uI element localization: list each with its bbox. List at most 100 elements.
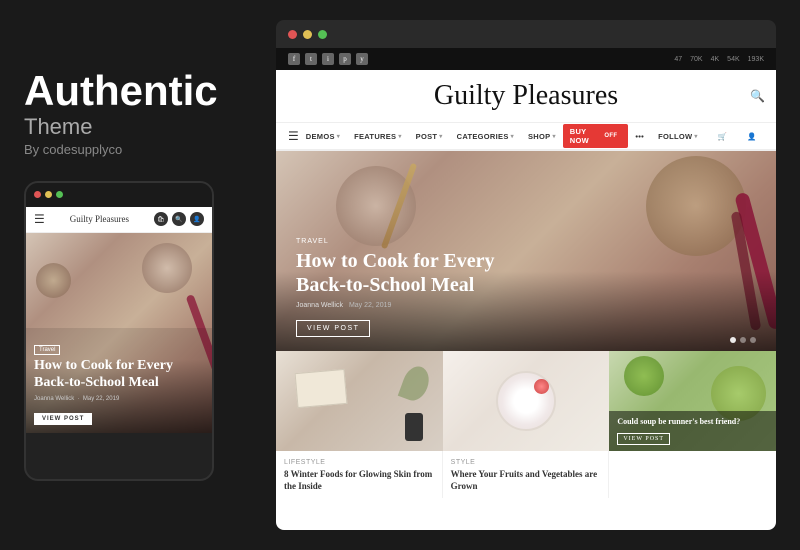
mobile-user-icon[interactable]: 👤 (190, 212, 204, 226)
mobile-hero-author: Joanna Wellick (34, 396, 74, 402)
blog-card-2-image (443, 351, 610, 451)
yt-count: 193K (748, 56, 764, 63)
hero-dot-2[interactable] (740, 337, 746, 343)
site-hero: Travel How to Cook for Every Back-to-Sch… (276, 151, 776, 351)
hero-dot-3[interactable] (750, 337, 756, 343)
blog-card-1-leaf (397, 363, 432, 404)
site-brand-bar: Guilty Pleasures 🔍 (276, 70, 776, 122)
site-nav-left: ☰ DEMOS ▾ FEATURES ▾ POST ▾ CATEGORIES (288, 122, 651, 150)
hero-dot-1[interactable] (730, 337, 736, 343)
nav-shop-label: SHOP (528, 132, 550, 141)
site-nav-right: FOLLOW ▾ 🛒 👤 (651, 122, 764, 150)
mobile-food-circle-2 (36, 263, 71, 298)
hero-meta: Joanna Wellick May 22, 2019 (296, 302, 756, 309)
desktop-dot-red (288, 30, 297, 39)
desktop-content: f t i p y 47 70K 4K 54K 193K Guilty Plea… (276, 48, 776, 530)
pinterest-icon[interactable]: p (339, 53, 351, 65)
site-logo[interactable]: Guilty Pleasures (434, 80, 618, 112)
site-social-bar: f t i p y 47 70K 4K 54K 193K (276, 48, 776, 70)
brand-subtitle: Theme (24, 114, 244, 140)
hero-date: May 22, 2019 (349, 302, 391, 309)
mobile-mockup: ☰ Guilty Pleasures 🛍 🔍 👤 Travel How to C… (24, 181, 214, 481)
mobile-hero-title: How to Cook for Every Back-to-School Mea… (34, 358, 204, 392)
desktop-mockup: f t i p y 47 70K 4K 54K 193K Guilty Plea… (276, 20, 776, 530)
mobile-nav: ☰ Guilty Pleasures 🛍 🔍 👤 (26, 207, 212, 233)
mobile-food-circle-1 (142, 243, 192, 293)
blog-card-3-button[interactable]: VIEW POST (617, 433, 670, 445)
nav-categories-label: CATEGORIES (457, 132, 509, 141)
mobile-dot-yellow (45, 191, 52, 198)
nav-demos-label: DEMOS (306, 132, 335, 141)
blog-card-1-image (276, 351, 443, 451)
blog-card-3[interactable]: Could soup be runner's best friend? VIEW… (609, 351, 776, 498)
site-search-icon[interactable]: 🔍 (750, 89, 764, 103)
blog-card-1-category: Lifestyle (284, 459, 434, 466)
instagram-icon[interactable]: i (322, 53, 334, 65)
blog-card-3-overlay: Could soup be runner's best friend? VIEW… (609, 411, 776, 451)
mobile-nav-brand: Guilty Pleasures (70, 214, 129, 224)
nav-item-categories[interactable]: CATEGORIES ▾ (450, 122, 521, 150)
hero-view-post-button[interactable]: VIEW POST (296, 320, 370, 337)
blog-card-1-book (295, 369, 348, 408)
blog-card-3-image: Could soup be runner's best friend? VIEW… (609, 351, 776, 451)
nav-post-arrow: ▾ (439, 133, 442, 140)
nav-item-features[interactable]: FEATURES ▾ (347, 122, 409, 150)
brand-info: Authentic Theme By codesupplyco (24, 70, 244, 157)
nav-item-more[interactable]: ••• (628, 122, 651, 150)
facebook-icon[interactable]: f (288, 53, 300, 65)
desktop-dot-yellow (303, 30, 312, 39)
tw-count: 70K (690, 56, 702, 63)
site-hamburger-icon[interactable]: ☰ (288, 129, 299, 144)
nav-more-label: ••• (635, 132, 644, 141)
blog-card-1-body: Lifestyle 8 Winter Foods for Glowing Ski… (276, 451, 443, 498)
nav-demos-arrow: ▾ (337, 133, 340, 140)
blog-card-2-body: Style Where Your Fruits and Vegetables a… (443, 451, 610, 498)
nav-user-icon[interactable]: 👤 (740, 122, 764, 150)
mobile-hero: Travel How to Cook for Every Back-to-Sch… (26, 233, 212, 433)
site-header: f t i p y 47 70K 4K 54K 193K Guilty Plea… (276, 48, 776, 151)
hero-category: Travel (296, 238, 756, 245)
mobile-cart-icon[interactable]: 🛍 (154, 212, 168, 226)
nav-follow-label: FOLLOW (658, 132, 692, 141)
nav-item-demos[interactable]: DEMOS ▾ (299, 122, 347, 150)
blog-card-3-title: Could soup be runner's best friend? (617, 417, 768, 427)
nav-features-label: FEATURES (354, 132, 396, 141)
blog-card-2[interactable]: Style Where Your Fruits and Vegetables a… (443, 351, 610, 498)
mobile-hamburger-icon[interactable]: ☰ (34, 212, 45, 227)
nav-item-post[interactable]: POST ▾ (409, 122, 450, 150)
left-panel: Authentic Theme By codesupplyco ☰ Guilty… (24, 70, 244, 481)
nav-buy-badge: OFF (600, 132, 621, 140)
desktop-top-bar (276, 20, 776, 48)
blog-card-2-plate (496, 371, 556, 431)
social-counts: 47 70K 4K 54K 193K (674, 56, 764, 63)
youtube-icon[interactable]: y (356, 53, 368, 65)
mobile-hero-date: May 22, 2019 (83, 396, 119, 402)
blog-card-1[interactable]: Lifestyle 8 Winter Foods for Glowing Ski… (276, 351, 443, 498)
mobile-dot-red (34, 191, 41, 198)
nav-post-label: POST (416, 132, 438, 141)
nav-shop-arrow: ▾ (552, 133, 555, 140)
hero-title: How to Cook for Every Back-to-School Mea… (296, 249, 546, 297)
mobile-hero-meta: Joanna Wellick · May 22, 2019 (34, 396, 204, 402)
site-nav: ☰ DEMOS ▾ FEATURES ▾ POST ▾ CATEGORIES (276, 122, 776, 150)
nav-cart-icon[interactable]: 🛒 (711, 122, 735, 150)
twitter-icon[interactable]: t (305, 53, 317, 65)
mobile-view-post-button[interactable]: VIEW POST (34, 413, 92, 425)
mobile-hero-tag: Travel (34, 345, 60, 355)
nav-buy-now-label: BUY NOW (570, 127, 597, 145)
nav-categories-arrow: ▾ (511, 133, 514, 140)
brand-author: By codesupplyco (24, 142, 244, 157)
brand-title: Authentic (24, 70, 244, 112)
blog-grid: Lifestyle 8 Winter Foods for Glowing Ski… (276, 351, 776, 498)
desktop-dot-green (318, 30, 327, 39)
blog-card-2-title: Where Your Fruits and Vegetables are Gro… (451, 469, 601, 492)
nav-follow-arrow: ▾ (694, 133, 697, 140)
mobile-nav-icons: 🛍 🔍 👤 (154, 212, 204, 226)
hero-author: Joanna Wellick (296, 302, 343, 309)
blog-card-3-green1 (624, 356, 664, 396)
nav-item-follow[interactable]: FOLLOW ▾ (651, 122, 705, 150)
mobile-search-icon[interactable]: 🔍 (172, 212, 186, 226)
nav-item-buy-now[interactable]: BUY NOW OFF (563, 124, 629, 148)
nav-item-shop[interactable]: SHOP ▾ (521, 122, 563, 150)
mobile-hero-overlay: Travel How to Cook for Every Back-to-Sch… (26, 328, 212, 433)
